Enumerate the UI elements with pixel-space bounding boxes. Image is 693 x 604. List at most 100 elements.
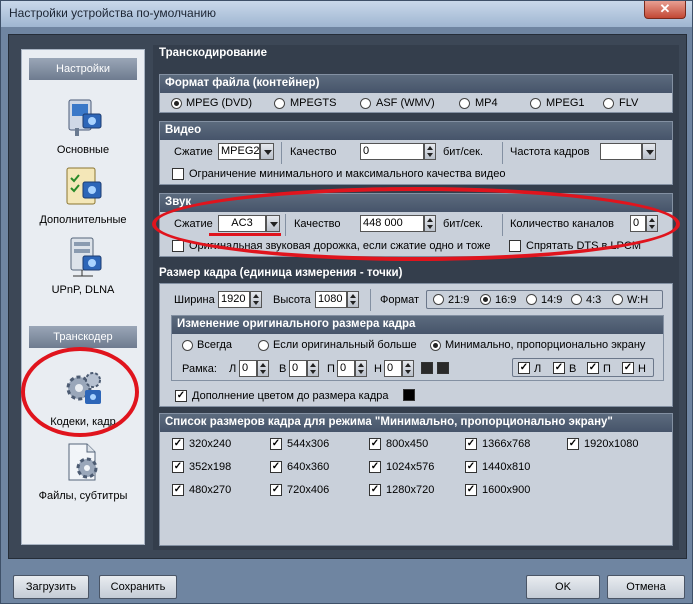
border-top-check-label: В bbox=[569, 363, 577, 375]
frame-width-spinner[interactable] bbox=[250, 291, 262, 308]
size-checkbox-720x406[interactable]: ✓ bbox=[270, 484, 282, 496]
format-radio-mpeg1[interactable] bbox=[530, 98, 541, 109]
ok-button[interactable]: OK bbox=[526, 575, 600, 599]
frame-height-input[interactable]: 1080 bbox=[315, 291, 347, 308]
size-label: 1280x720 bbox=[386, 484, 435, 496]
sidebar-item-upnp-label: UPnP, DLNA bbox=[51, 284, 115, 296]
size-checkbox-1280x720[interactable]: ✓ bbox=[369, 484, 381, 496]
border-bottom-spinner[interactable] bbox=[402, 360, 414, 377]
video-quality-spinner[interactable] bbox=[424, 143, 436, 160]
format-label-flv: FLV bbox=[619, 97, 639, 109]
border-left-label: Л bbox=[229, 363, 237, 375]
border-top-input[interactable]: 0 bbox=[289, 360, 307, 377]
size-checkbox-544x306[interactable]: ✓ bbox=[270, 438, 282, 450]
format-label-asf: ASF (WMV) bbox=[376, 97, 435, 109]
sidebar-item-basic[interactable]: Основные bbox=[25, 94, 141, 156]
border-right-spinner[interactable] bbox=[355, 360, 367, 377]
size-label: 480x270 bbox=[189, 484, 232, 496]
format-label-mpegts: MPEGTS bbox=[290, 97, 337, 109]
border-left-checkbox[interactable]: ✓ bbox=[518, 362, 530, 374]
border-color-swatch-2[interactable] bbox=[437, 362, 449, 374]
load-button[interactable]: Загрузить bbox=[13, 575, 89, 599]
format-title: Формат файла (контейнер) bbox=[160, 75, 672, 93]
video-limit-checkbox[interactable] bbox=[172, 168, 184, 180]
ratio-radio-14-9[interactable] bbox=[526, 294, 537, 305]
size-checkbox-800x450[interactable]: ✓ bbox=[369, 438, 381, 450]
frame-format-label: Формат bbox=[380, 294, 420, 306]
size-label: 544x306 bbox=[287, 438, 330, 450]
frame-height-label: Высота bbox=[273, 294, 311, 306]
size-checkbox-640x360[interactable]: ✓ bbox=[270, 461, 282, 473]
size-label: 1920x1080 bbox=[584, 438, 639, 450]
frame-height-spinner[interactable] bbox=[347, 291, 359, 308]
size-checkbox-1024x576[interactable]: ✓ bbox=[369, 461, 381, 473]
settings-window: Настройки устройства по-умолчанию ✕ Наст… bbox=[0, 0, 693, 604]
border-top-label: В bbox=[279, 363, 287, 375]
ratio-radio-16-9[interactable] bbox=[480, 294, 491, 305]
video-fps-combo[interactable] bbox=[600, 143, 642, 160]
size-checkbox-320x240[interactable]: ✓ bbox=[172, 438, 184, 450]
format-radio-mpeg-dvd[interactable] bbox=[171, 98, 182, 109]
format-radio-asf[interactable] bbox=[360, 98, 371, 109]
format-radio-flv[interactable] bbox=[603, 98, 614, 109]
sidebar-item-files[interactable]: Файлы, субтитры bbox=[25, 440, 141, 502]
border-left-check-label: Л bbox=[534, 363, 542, 375]
close-button[interactable]: ✕ bbox=[644, 1, 686, 19]
ratio-radio-4-3[interactable] bbox=[571, 294, 582, 305]
audio-original-track-checkbox[interactable] bbox=[172, 240, 184, 252]
size-checkbox-480x270[interactable]: ✓ bbox=[172, 484, 184, 496]
size-checkbox-1920x1080[interactable]: ✓ bbox=[567, 438, 579, 450]
border-right-input[interactable]: 0 bbox=[337, 360, 355, 377]
video-title: Видео bbox=[160, 122, 672, 140]
size-label: 800x450 bbox=[386, 438, 429, 450]
ratio-label-14-9: 14:9 bbox=[541, 294, 563, 306]
highlight-ac3-underline bbox=[209, 233, 281, 236]
size-checkbox-352x198[interactable]: ✓ bbox=[172, 461, 184, 473]
size-checkbox-1440x810[interactable]: ✓ bbox=[465, 461, 477, 473]
border-right-checkbox[interactable]: ✓ bbox=[587, 362, 599, 374]
ratio-radio-wh[interactable] bbox=[612, 294, 623, 305]
ratio-radio-21-9[interactable] bbox=[433, 294, 444, 305]
media-settings-icon bbox=[61, 94, 105, 138]
frame-width-input[interactable]: 1920 bbox=[218, 291, 250, 308]
sidebar-item-basic-label: Основные bbox=[56, 144, 110, 156]
cancel-button[interactable]: Отмена bbox=[607, 575, 685, 599]
resize-radio-if-bigger[interactable] bbox=[258, 340, 269, 351]
size-label: 720x406 bbox=[287, 484, 330, 496]
sidebar-item-advanced[interactable]: Дополнительные bbox=[25, 164, 141, 226]
transcoding-title: Транскодирование bbox=[159, 47, 267, 59]
save-button[interactable]: Сохранить bbox=[99, 575, 177, 599]
format-radio-mp4[interactable] bbox=[459, 98, 470, 109]
border-left-input[interactable]: 0 bbox=[239, 360, 257, 377]
highlight-codecs-ring bbox=[21, 347, 139, 437]
sidebar-item-upnp[interactable]: UPnP, DLNA bbox=[25, 234, 141, 296]
title-bar: Настройки устройства по-умолчанию ✕ bbox=[1, 1, 692, 27]
pad-color-swatch[interactable] bbox=[403, 389, 415, 401]
resize-title: Изменение оригинального размера кадра bbox=[172, 316, 663, 334]
sidebar-section-transcoder: Транскодер bbox=[29, 326, 137, 348]
separator bbox=[502, 142, 503, 164]
video-compress-dropdown-button[interactable] bbox=[260, 143, 274, 160]
border-bottom-input[interactable]: 0 bbox=[384, 360, 402, 377]
border-left-spinner[interactable] bbox=[257, 360, 269, 377]
format-radio-mpegts[interactable] bbox=[274, 98, 285, 109]
video-quality-input[interactable]: 0 bbox=[360, 143, 424, 160]
border-top-checkbox[interactable]: ✓ bbox=[553, 362, 565, 374]
size-label: 640x360 bbox=[287, 461, 330, 473]
separator bbox=[281, 142, 282, 164]
border-color-swatch-1[interactable] bbox=[421, 362, 433, 374]
resize-radio-always[interactable] bbox=[182, 340, 193, 351]
size-checkbox-1600x900[interactable]: ✓ bbox=[465, 484, 477, 496]
border-bottom-checkbox[interactable]: ✓ bbox=[622, 362, 634, 374]
window-title: Настройки устройства по-умолчанию bbox=[9, 6, 217, 20]
sizes-group: Список размеров кадра для режима "Минима… bbox=[159, 413, 673, 546]
pad-color-checkbox[interactable]: ✓ bbox=[175, 390, 187, 402]
border-top-spinner[interactable] bbox=[307, 360, 319, 377]
video-compress-combo[interactable]: MPEG2 bbox=[218, 143, 260, 160]
format-label-mpeg1: MPEG1 bbox=[546, 97, 585, 109]
video-fps-dropdown-button[interactable] bbox=[642, 143, 656, 160]
resize-radio-minimal[interactable] bbox=[430, 340, 441, 351]
size-checkbox-1366x768[interactable]: ✓ bbox=[465, 438, 477, 450]
network-server-icon bbox=[61, 234, 105, 278]
video-quality-unit: бит/сек. bbox=[443, 146, 484, 158]
